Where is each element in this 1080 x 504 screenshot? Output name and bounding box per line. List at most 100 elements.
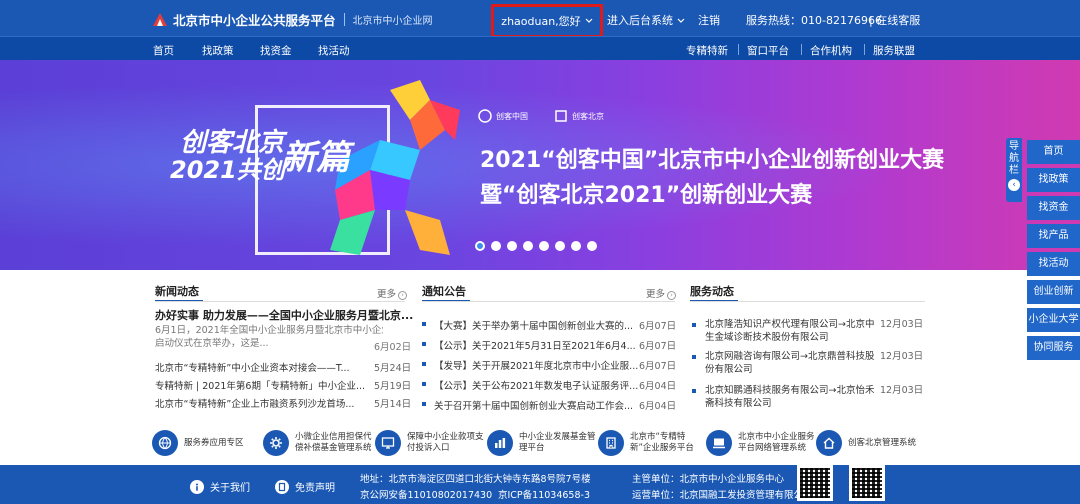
logo-divider <box>343 13 345 26</box>
carousel-dot[interactable] <box>507 241 517 251</box>
carousel-dot[interactable] <box>571 241 581 251</box>
quick-services: 服务券应用专区 小微企业信用担保代 偿补偿基金管理系统 保障中小企业款项支 付投诉入… <box>150 430 916 460</box>
side-nav-tab-label: 导航栏 <box>1009 141 1019 176</box>
service-label: 创客北京管理系统 <box>848 437 917 448</box>
banner-slogan-1: 创客北京 <box>180 128 285 158</box>
service-section-title: 服务动态 <box>690 283 738 302</box>
development-fund-link[interactable]: 中小企业发展基金管 理平台 <box>487 430 596 456</box>
disclaimer-link[interactable]: 免责声明 <box>275 479 335 494</box>
house-icon <box>816 430 842 456</box>
nav-item-funding[interactable]: 找资金 <box>260 43 292 58</box>
banner-slogan-big: 新篇 <box>282 138 350 178</box>
logo-title: 北京市中小企业公共服务平台 <box>173 13 336 28</box>
nav-item-alliance[interactable]: 服务联盟 <box>873 43 915 58</box>
nav-item-specialized[interactable]: 专精特新 <box>686 43 728 58</box>
banner-logos: 创客中国 创客北京 <box>478 109 604 123</box>
nav-divider <box>738 44 739 55</box>
side-nav-events[interactable]: 找活动 <box>1027 252 1080 276</box>
chuangke-beijing-logo: 创客北京 <box>554 109 604 123</box>
chuangke-system-link[interactable]: 创客北京管理系统 <box>816 430 916 456</box>
more-arrow-icon: › <box>667 291 677 300</box>
carousel-dot[interactable] <box>539 241 549 251</box>
news-feature-title[interactable]: 办好实事 助力发展——全国中小企业服务月暨北京... <box>155 307 413 323</box>
carousel-dot[interactable] <box>475 241 485 251</box>
top-bar: 北京市中小企业公共服务平台 北京市中小企业网 zhaoduan,您好 进入后台系… <box>0 0 1080 38</box>
nav-item-partners[interactable]: 合作机构 <box>810 43 852 58</box>
divider <box>155 301 405 302</box>
news-item[interactable]: 专精特新 | 2021年第6期「专精特新」中小企业... 5月19日 <box>155 378 411 392</box>
carousel-dot[interactable] <box>491 241 501 251</box>
carousel-dot[interactable] <box>555 241 565 251</box>
news-section-title: 新闻动态 <box>155 283 203 302</box>
online-service-link[interactable]: | 在线客服 <box>869 12 920 28</box>
hero-banner[interactable]: 创客北京 2021共创 新篇 创客中国 创客北京 2021“创客中国”北京市中小… <box>0 60 1080 270</box>
nav-item-events[interactable]: 找活动 <box>318 43 350 58</box>
bullet-icon <box>422 342 426 346</box>
more-arrow-icon: › <box>398 291 408 300</box>
nav-item-home[interactable]: 首页 <box>153 43 174 58</box>
credit-guarantee-link[interactable]: 小微企业信用担保代 偿补偿基金管理系统 <box>263 430 372 456</box>
side-nav-university[interactable]: 小企业大学 <box>1027 308 1080 332</box>
bullet-icon <box>422 362 426 366</box>
banner-title-2: 暨“创客北京2021”创新创业大赛 <box>480 183 813 208</box>
side-nav-toggle[interactable]: 导航栏 ‹ <box>1006 138 1022 202</box>
bullet-icon <box>422 382 426 386</box>
payment-complaint-link[interactable]: 保障中小企业款项支 付投诉入口 <box>375 430 484 456</box>
nav-item-window[interactable]: 窗口平台 <box>747 43 789 58</box>
banner-title-1: 2021“创客中国”北京市中小企业创新创业大赛 <box>480 148 945 173</box>
service-voucher-link[interactable]: 服务券应用专区 <box>152 430 244 456</box>
footer-icp1: 京公网安备11010802017430 <box>360 490 493 501</box>
side-nav-products[interactable]: 找产品 <box>1027 224 1080 248</box>
main-nav: 首页 找政策 找资金 找活动 专精特新 窗口平台 合作机构 服务联盟 <box>0 36 1080 60</box>
computer-icon <box>706 430 732 456</box>
chevron-down-icon <box>677 18 684 23</box>
chart-icon <box>487 430 513 456</box>
specialized-platform-link[interactable]: 北京市“专精特 新”企业服务平台 <box>598 430 694 456</box>
footer-operator: 运营单位：北京国融工发投资管理有限公司 <box>632 490 813 501</box>
notice-more-link[interactable]: 更多 › <box>646 286 677 300</box>
network-management-link[interactable]: 北京市中小企业服务 平台网络管理系统 <box>706 430 815 456</box>
hotline-text: 服务热线：010-82176966 <box>746 14 882 27</box>
logo-icon <box>153 12 167 26</box>
backend-link[interactable]: 进入后台系统 <box>607 12 685 28</box>
side-nav-home[interactable]: 首页 <box>1027 140 1080 164</box>
bullet-icon <box>422 322 426 326</box>
about-link[interactable]: 关于我们 <box>190 479 250 494</box>
footer: 关于我们 免责声明 地址：北京市海淀区四道口北街大钟寺东路8号院7号楼 京公网安… <box>0 465 1080 504</box>
carousel-dot[interactable] <box>523 241 533 251</box>
side-nav-funding[interactable]: 找资金 <box>1027 196 1080 220</box>
carousel-dot[interactable] <box>587 241 597 251</box>
news-feature-excerpt: 6月1日，2021年全国中小企业服务月暨北京市中小企业服务月 <box>155 325 383 336</box>
globe-icon <box>152 430 178 456</box>
news-item[interactable]: 北京市“专精特新”中小企业资本对接会——T... 5月24日 <box>155 360 411 374</box>
news-item[interactable]: 北京市“专精特新”企业上市融资系列沙龙首场... 5月14日 <box>155 396 411 410</box>
user-greeting: zhaoduan,您好 <box>501 15 581 28</box>
qr-pattern <box>800 468 830 498</box>
logo-icon <box>555 110 567 122</box>
side-nav: 首页 找政策 找资金 找产品 找活动 创业创新 小企业大学 协同服务 <box>1027 140 1080 364</box>
news-more-link[interactable]: 更多 › <box>377 286 408 300</box>
news-feature-excerpt: 启动仪式在京举办，这是... <box>155 338 269 349</box>
info-icon <box>190 479 204 494</box>
chevron-left-icon: ‹ <box>1008 179 1020 191</box>
footer-icp2: 京ICP备11034658-3 <box>498 490 590 501</box>
divider <box>690 301 925 302</box>
qr-code <box>797 465 833 501</box>
chevron-down-icon <box>585 18 593 23</box>
user-menu[interactable]: zhaoduan,您好 <box>491 4 603 38</box>
nav-divider <box>864 44 865 55</box>
nav-item-policy[interactable]: 找政策 <box>202 43 234 58</box>
service-label: 服务券应用专区 <box>184 437 244 448</box>
carousel-dots <box>475 241 597 251</box>
side-nav-innovation[interactable]: 创业创新 <box>1027 280 1080 304</box>
qr-code <box>849 465 885 501</box>
notice-section-title: 通知公告 <box>422 283 470 302</box>
site-logo[interactable]: 北京市中小企业公共服务平台 北京市中小企业网 <box>152 10 433 29</box>
bullet-icon <box>692 355 696 359</box>
bullet-icon <box>692 323 696 327</box>
side-nav-collab[interactable]: 协同服务 <box>1027 336 1080 360</box>
side-nav-policy[interactable]: 找政策 <box>1027 168 1080 192</box>
footer-address: 地址：北京市海淀区四道口北街大钟寺东路8号院7号楼 <box>360 474 591 485</box>
logout-link[interactable]: 注销 <box>698 12 720 28</box>
monitor-icon <box>375 430 401 456</box>
